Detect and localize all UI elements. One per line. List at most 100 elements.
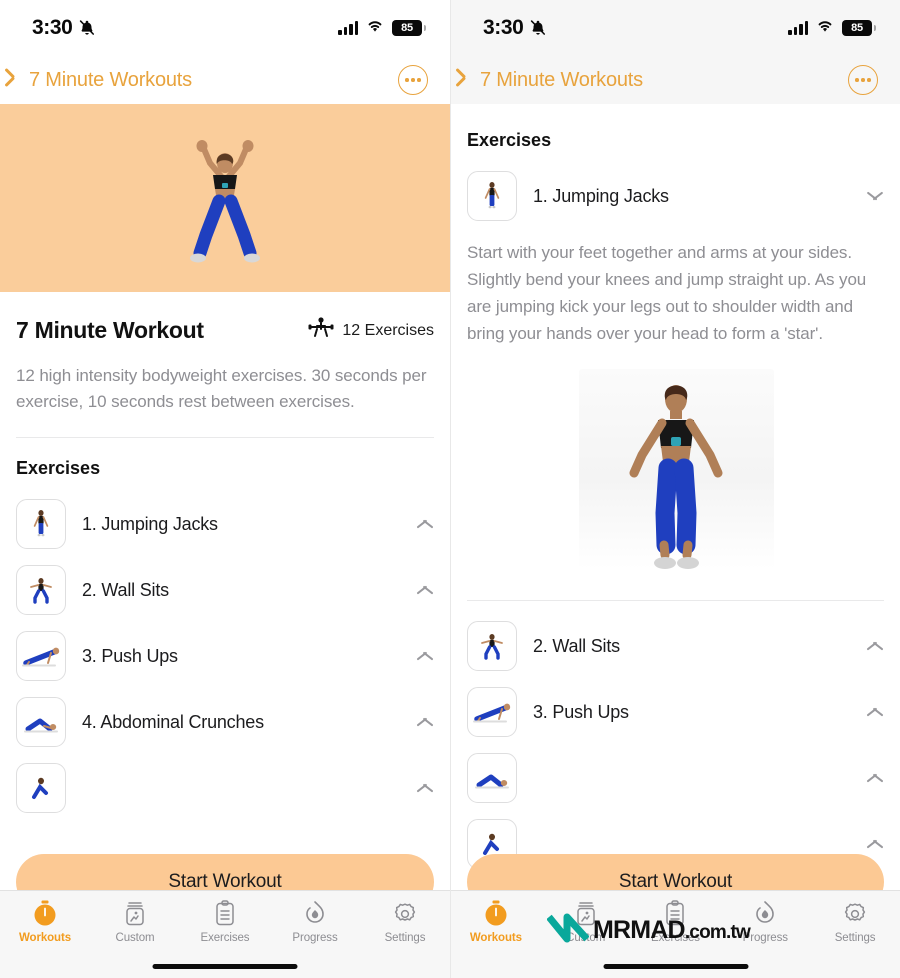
cellular-signal-icon (338, 21, 358, 35)
more-options-button[interactable] (848, 65, 878, 95)
exercise-row-3[interactable]: 3. Push Ups (16, 623, 434, 689)
exercises-section-title: Exercises (467, 130, 552, 150)
tab-label: Progress (292, 932, 338, 944)
exercise-row-5-partial[interactable] (16, 755, 434, 821)
tab-bar: Workouts Custom Exercises Progress Setti… (451, 890, 900, 978)
tab-label: Custom (115, 932, 155, 944)
tab-custom[interactable]: Custom (90, 899, 180, 944)
tab-label: Progress (742, 932, 788, 944)
back-button[interactable]: 7 Minute Workouts (463, 69, 643, 92)
exercise-label: 1. Jumping Jacks (533, 185, 669, 206)
status-right: 85 (338, 19, 426, 38)
ellipsis-dot (867, 78, 871, 82)
back-button[interactable]: 7 Minute Workouts (12, 69, 192, 92)
push-ups-thumb (467, 687, 517, 737)
exercise-description: Start with your feet together and arms a… (467, 243, 867, 343)
chevron-up-icon[interactable] (866, 703, 884, 721)
exercise-list-right: 1. Jumping Jacks (451, 151, 900, 229)
tab-label: Workouts (469, 932, 522, 944)
ellipsis-dot (411, 78, 415, 82)
wifi-icon (816, 19, 834, 38)
tab-workouts[interactable]: Workouts (0, 899, 90, 944)
chevron-up-icon[interactable] (416, 647, 434, 665)
exercise-row-2[interactable]: 2. Wall Sits (467, 613, 884, 679)
tab-progress[interactable]: Progress (270, 899, 360, 944)
status-time: 3:30 (483, 16, 524, 39)
chevron-up-icon[interactable] (416, 581, 434, 599)
status-right: 85 (788, 19, 876, 38)
bell-slash-icon (79, 19, 95, 37)
flame-icon (753, 899, 777, 927)
jumping-jacks-thumb (16, 499, 66, 549)
tab-exercises[interactable]: Exercises (180, 899, 270, 944)
ellipsis-dot (855, 78, 859, 82)
exercise-row-expanded[interactable]: 1. Jumping Jacks (467, 163, 884, 229)
exercise-row-4-partial[interactable] (467, 745, 884, 811)
abdominal-crunches-thumb (16, 697, 66, 747)
wall-sits-thumb (16, 565, 66, 615)
status-bar: 3:30 85 (451, 0, 900, 56)
step-ups-thumb (16, 763, 66, 813)
gear-icon (842, 899, 868, 927)
exercise-row-2[interactable]: 2. Wall Sits (16, 557, 434, 623)
push-ups-thumb (16, 631, 66, 681)
bell-slash-icon (530, 19, 546, 37)
exercise-list-right-lower: 2. Wall Sits 3. Push Ups (451, 601, 900, 877)
home-indicator (152, 964, 298, 969)
tab-label: Settings (384, 932, 426, 944)
tab-exercises[interactable]: Exercises (631, 899, 721, 944)
screenshot-root: 3:30 85 7 Minute Workouts 7 Minute Worko… (0, 0, 900, 978)
exercise-label: 3. Push Ups (82, 645, 178, 666)
flame-icon (303, 899, 327, 927)
navigation-bar: 7 Minute Workouts (0, 56, 450, 104)
back-title: 7 Minute Workouts (29, 68, 192, 91)
chevron-up-icon[interactable] (866, 637, 884, 655)
workout-header: 7 Minute Workout 12 Exercises (0, 292, 450, 345)
wifi-icon (366, 19, 384, 38)
status-left: 3:30 (483, 16, 546, 40)
chevron-up-icon[interactable] (416, 713, 434, 731)
exercise-label: 2. Wall Sits (82, 579, 169, 600)
tab-custom[interactable]: Custom (541, 899, 631, 944)
custom-workout-icon (573, 899, 599, 927)
chevron-up-icon[interactable] (866, 769, 884, 787)
weightlifter-icon (308, 316, 334, 345)
exercise-label: 4. Abdominal Crunches (82, 711, 264, 732)
chevron-up-icon[interactable] (416, 779, 434, 797)
exercise-label: 3. Push Ups (533, 701, 629, 722)
status-left: 3:30 (32, 16, 95, 40)
exercise-row-1[interactable]: 1. Jumping Jacks (16, 491, 434, 557)
phone-screen-right: 3:30 85 7 Minute Workouts Exercises 1. J… (450, 0, 900, 978)
exercise-count-label: 12 Exercises (342, 321, 434, 339)
wall-sits-thumb (467, 621, 517, 671)
chevron-up-icon[interactable] (416, 515, 434, 533)
cellular-signal-icon (788, 21, 808, 35)
chevron-left-icon (463, 71, 474, 90)
chevron-down-icon[interactable] (866, 187, 884, 205)
page-title: 7 Minute Workout (16, 317, 204, 343)
phone-screen-left: 3:30 85 7 Minute Workouts 7 Minute Worko… (0, 0, 450, 978)
custom-workout-icon (122, 899, 148, 927)
tab-label: Workouts (18, 932, 72, 944)
jumping-jacks-thumb (467, 171, 517, 221)
back-title: 7 Minute Workouts (480, 68, 643, 91)
status-bar: 3:30 85 (0, 0, 450, 56)
chevron-up-icon[interactable] (866, 835, 884, 853)
tab-settings[interactable]: Settings (810, 899, 900, 944)
exercise-row-3[interactable]: 3. Push Ups (467, 679, 884, 745)
exercise-row-4[interactable]: 4. Abdominal Crunches (16, 689, 434, 755)
battery-indicator: 85 (842, 20, 876, 36)
tab-settings[interactable]: Settings (360, 899, 450, 944)
ellipsis-dot (405, 78, 409, 82)
tab-label: Settings (834, 932, 876, 944)
exercise-list-left: 1. Jumping Jacks 2. Wall Sits 3. Push Up… (0, 479, 450, 821)
exercises-section-title: Exercises (16, 458, 101, 478)
more-options-button[interactable] (398, 65, 428, 95)
clipboard-icon (213, 899, 237, 927)
chevron-left-icon (12, 71, 23, 90)
tab-label: Exercises (200, 932, 250, 944)
tab-progress[interactable]: Progress (720, 899, 810, 944)
exercise-count: 12 Exercises (308, 316, 434, 345)
tab-workouts[interactable]: Workouts (451, 899, 541, 944)
home-indicator (603, 964, 748, 969)
